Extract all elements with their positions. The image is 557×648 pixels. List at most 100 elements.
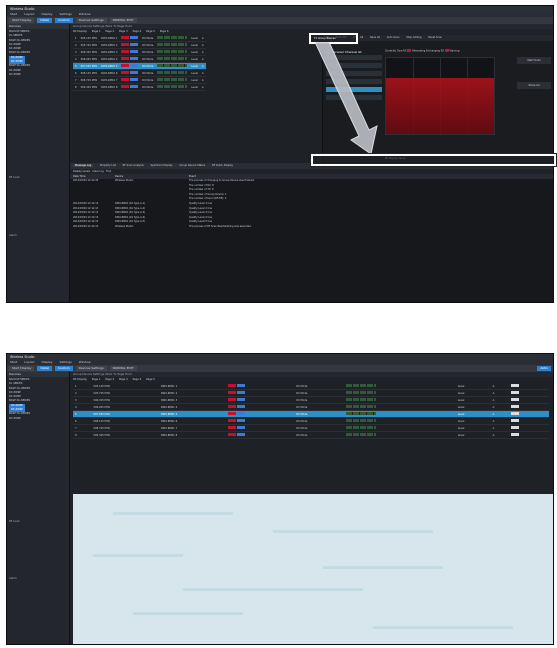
rf-spectrum-chart[interactable]: [385, 57, 495, 135]
tab-page-4[interactable]: Page 4: [133, 378, 142, 381]
menu-start[interactable]: Start: [10, 12, 17, 16]
start-display-button[interactable]: Start Display: [9, 18, 35, 23]
level-label: Level: [189, 48, 200, 56]
settings-icon[interactable]: [511, 426, 520, 430]
settings-cell[interactable]: [509, 424, 549, 432]
settings-icon[interactable]: [511, 398, 520, 402]
channel-select[interactable]: A: [199, 76, 206, 84]
show-all-button[interactable]: Show All: [517, 82, 551, 89]
tab-page-2[interactable]: Page 2: [105, 30, 114, 33]
detail-button[interactable]: Detail: [37, 18, 53, 23]
rf-tab[interactable]: Save All: [370, 36, 380, 39]
menu-window[interactable]: Window: [79, 360, 91, 364]
table-row[interactable]: 3 506.325 MHz DWX-RM01 3 RX Mode Level A: [73, 48, 206, 56]
table-row[interactable]: 8 509.325 MHz DWX-RM01 8 RX Mode Level A: [73, 83, 206, 91]
custom-button[interactable]: Custom: [55, 366, 73, 371]
menu-window[interactable]: Window: [79, 12, 91, 16]
tab-page-1[interactable]: Page 1: [92, 378, 101, 381]
menu-settings[interactable]: Settings: [60, 360, 72, 364]
settings-icon[interactable]: [511, 405, 520, 409]
active-mode-button[interactable]: Aktiv: [537, 366, 551, 371]
tab-rf-quick-display[interactable]: RF Quick Display: [212, 164, 233, 167]
table-row[interactable]: 5 507.525 MHz DWX-RM01 5 RX Mode Level A: [73, 410, 549, 418]
settings-icon[interactable]: [511, 384, 520, 388]
tab-rx-display[interactable]: RX Display: [73, 30, 87, 33]
settings-cell[interactable]: [509, 431, 549, 439]
tab-property-list[interactable]: Property List: [100, 164, 116, 167]
device-settings-button[interactable]: Devices Settings: [75, 18, 107, 23]
tab-page-2[interactable]: Page 2: [105, 378, 114, 381]
tab-page-4[interactable]: Page 4: [133, 30, 142, 33]
table-row[interactable]: 6 508.125 MHz DWX-RM01 6 RX Mode Level A: [73, 69, 206, 77]
rf-tab[interactable]: Auto Scan: [387, 36, 400, 39]
tab-page-1[interactable]: Page 1: [92, 30, 101, 33]
settings-cell[interactable]: [509, 389, 549, 397]
settings-cell[interactable]: [509, 396, 549, 404]
tab-page-5[interactable]: Page 5: [146, 378, 155, 381]
settings-icon[interactable]: [511, 419, 520, 423]
tab-rx-display[interactable]: RX Display: [73, 378, 87, 381]
table-row[interactable]: 6 508.125 MHz DWX-RM01 6 RX Mode Level A: [73, 417, 549, 425]
table-row[interactable]: 3 506.325 MHz DWX-RM01 3 RX Mode Level A: [73, 396, 549, 404]
channel-select[interactable]: A: [199, 69, 206, 77]
table-row[interactable]: 7 508.725 MHz DWX-RM01 7 RX Mode Level A: [73, 76, 206, 84]
channel-select[interactable]: A: [490, 396, 510, 404]
table-row[interactable]: 8 509.325 MHz DWX-RM01 8 RX Mode Level A: [73, 431, 549, 439]
rf-tab[interactable]: Reset Scan: [428, 36, 442, 39]
tab-message-log[interactable]: Message Log: [73, 164, 94, 167]
tab-page-3[interactable]: Page 3: [119, 378, 128, 381]
log-row[interactable]: 2014/03/04 12:12:13 Wireless Studio The pr…: [70, 225, 553, 230]
settings-icon[interactable]: [511, 433, 520, 437]
detail-button[interactable]: Detail: [37, 366, 53, 371]
display-levels-button[interactable]: Display Levels: [73, 170, 90, 173]
tab-group-device-status[interactable]: Group Device Status: [179, 164, 205, 167]
menu-layout[interactable]: Layout: [24, 360, 34, 364]
tab-rf-scan-analysis[interactable]: RF Scan Analysis: [123, 164, 144, 167]
tab-page-5[interactable]: Page 5: [146, 30, 155, 33]
find-button[interactable]: Find: [106, 170, 111, 173]
settings-icon[interactable]: [511, 391, 520, 395]
custom-button[interactable]: Custom: [55, 18, 73, 23]
tab-page-3[interactable]: Page 3: [119, 30, 128, 33]
channel-select[interactable]: A: [490, 410, 510, 418]
start-display-button[interactable]: Start Display: [9, 366, 35, 371]
menu-display[interactable]: Display: [41, 12, 52, 16]
frequency: 508.125 MHz: [91, 417, 159, 425]
table-row[interactable]: 4 506.925 MHz DWX-RM01 4 RX Mode Level A: [73, 403, 549, 411]
menu-layout[interactable]: Layout: [24, 12, 34, 16]
channel-select[interactable]: A: [490, 403, 510, 411]
channel-select[interactable]: A: [199, 83, 206, 91]
sidebar-section-alarm: Alarm: [9, 577, 17, 580]
rf-tab[interactable]: Stop Adding: [406, 36, 421, 39]
table-row[interactable]: 2 505.725 MHz DWX-RM01 2 RX Mode Level A: [73, 389, 549, 397]
menu-settings[interactable]: Settings: [60, 12, 72, 16]
channel-select[interactable]: A: [490, 424, 510, 432]
settings-cell[interactable]: [509, 410, 549, 418]
table-row[interactable]: 5 507.525 MHz DWX-RM01 5 RX Mode Level A: [73, 62, 206, 70]
clear-log-button[interactable]: Clear Log: [92, 170, 103, 173]
channel-select[interactable]: A: [490, 417, 510, 425]
tab-page-6[interactable]: Page 6: [160, 30, 169, 33]
menu-start[interactable]: Start: [10, 360, 17, 364]
alert-indicator-icon: [121, 36, 130, 40]
table-row[interactable]: 4 506.925 MHz DWX-RM01 4 RX Mode Level A: [73, 55, 206, 63]
table-row[interactable]: 7 508.725 MHz DWX-RM01 7 RX Mode Level A: [73, 424, 549, 432]
channel-select[interactable]: A: [490, 389, 510, 397]
channel-select[interactable]: A: [199, 48, 206, 56]
channel-select[interactable]: A: [199, 62, 206, 70]
tree-item[interactable]: RX ZONE: [9, 417, 67, 421]
menu-display[interactable]: Display: [41, 360, 52, 364]
start-scan-button[interactable]: Start Scan: [517, 57, 551, 64]
normal-edit-button[interactable]: NORMAL EDIT: [109, 18, 137, 23]
channel-select[interactable]: A: [199, 41, 206, 49]
settings-cell[interactable]: [509, 403, 549, 411]
settings-cell[interactable]: [509, 417, 549, 425]
normal-edit-button[interactable]: NORMAL EDIT: [109, 366, 137, 371]
channel-select[interactable]: A: [490, 431, 510, 439]
device-settings-button[interactable]: Devices Settings: [75, 366, 107, 371]
settings-icon[interactable]: [511, 412, 520, 416]
tree-item[interactable]: RX ZONE: [9, 73, 67, 77]
tab-spectrum-display[interactable]: Spectrum Display: [151, 164, 173, 167]
table-row[interactable]: 2 505.725 MHz DWX-RM01 2 RX Mode Level A: [73, 41, 206, 49]
channel-select[interactable]: A: [199, 55, 206, 63]
